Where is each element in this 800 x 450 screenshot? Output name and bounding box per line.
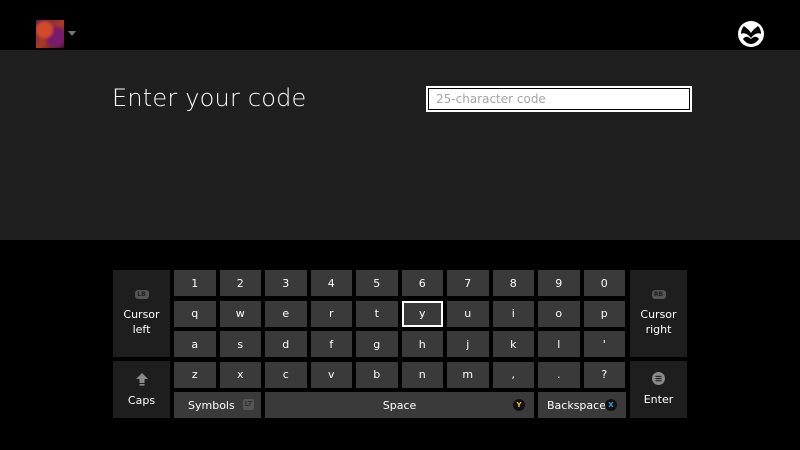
key-g[interactable]: g [356, 331, 398, 357]
key-v[interactable]: v [310, 361, 352, 388]
key-0[interactable]: 0 [583, 270, 625, 296]
lb-button-icon: LB [134, 290, 149, 299]
key-e[interactable]: e [265, 300, 307, 327]
key-t[interactable]: t [356, 300, 398, 327]
key-s[interactable]: s [219, 331, 261, 357]
key-j[interactable]: j [447, 331, 489, 357]
caps-label: Caps [127, 393, 156, 407]
key-x[interactable]: x [219, 361, 261, 388]
profile-avatar[interactable] [36, 20, 64, 48]
key-i[interactable]: i [492, 300, 534, 327]
space-label: Space [382, 398, 417, 412]
backspace-key[interactable]: Backspace X [538, 392, 626, 418]
cursor-right-label-1: Cursor [640, 308, 677, 321]
key-q[interactable]: q [174, 300, 216, 327]
key-f[interactable]: f [310, 331, 352, 357]
cursor-left-label-2: left [132, 323, 151, 336]
cursor-right-key[interactable]: RB Cursor right [630, 270, 687, 357]
key-d[interactable]: d [265, 331, 307, 357]
symbols-key[interactable]: Symbols LT [174, 392, 261, 418]
key-r[interactable]: r [310, 300, 352, 327]
x-button-icon: X [605, 399, 617, 411]
key-n[interactable]: n [401, 361, 443, 388]
key-o[interactable]: o [538, 300, 580, 327]
key-w[interactable]: w [219, 300, 261, 327]
key-8[interactable]: 8 [492, 270, 534, 296]
key-5[interactable]: 5 [356, 270, 398, 296]
symbols-label: Symbols [188, 398, 235, 412]
key-7[interactable]: 7 [447, 270, 489, 296]
cursor-left-label-1: Cursor [123, 308, 160, 321]
key-char-2-9[interactable]: ' [583, 331, 625, 357]
key-9[interactable]: 9 [538, 270, 580, 296]
backspace-label: Backspace [547, 398, 606, 412]
key-c[interactable]: c [265, 361, 307, 388]
key-y[interactable]: y [401, 300, 443, 327]
code-input-field[interactable] [426, 86, 692, 112]
key-char-3-9[interactable]: ? [583, 361, 625, 388]
y-button-icon: Y [513, 399, 525, 411]
lt-trigger-icon: LT [243, 399, 254, 410]
top-bar [0, 0, 800, 50]
key-l[interactable]: l [538, 331, 580, 357]
key-p[interactable]: p [583, 300, 625, 327]
key-1[interactable]: 1 [174, 270, 216, 296]
cursor-right-label-2: right [645, 323, 672, 336]
key-2[interactable]: 2 [219, 270, 261, 296]
key-6[interactable]: 6 [401, 270, 443, 296]
key-3[interactable]: 3 [265, 270, 307, 296]
key-char-3-7[interactable]: , [492, 361, 534, 388]
enter-key[interactable]: Enter [630, 361, 687, 418]
key-m[interactable]: m [447, 361, 489, 388]
key-4[interactable]: 4 [310, 270, 352, 296]
caps-key[interactable]: Caps [113, 361, 170, 418]
menu-button-icon [652, 372, 665, 385]
key-k[interactable]: k [492, 331, 534, 357]
key-b[interactable]: b [356, 361, 398, 388]
caps-arrow-icon [135, 372, 148, 386]
key-h[interactable]: h [401, 331, 443, 357]
code-entry-panel [0, 50, 800, 240]
rb-button-icon: RB [651, 290, 666, 299]
enter-label: Enter [643, 393, 674, 406]
key-z[interactable]: z [174, 361, 216, 388]
key-char-3-8[interactable]: . [538, 361, 580, 388]
space-key[interactable]: Space Y [265, 392, 534, 418]
xbox-logo-icon [738, 21, 764, 47]
key-u[interactable]: u [447, 300, 489, 327]
cursor-left-key[interactable]: LB Cursor left [113, 270, 170, 357]
chevron-down-icon[interactable] [68, 31, 76, 36]
key-a[interactable]: a [174, 331, 216, 357]
page-title: Enter your code [112, 84, 307, 112]
